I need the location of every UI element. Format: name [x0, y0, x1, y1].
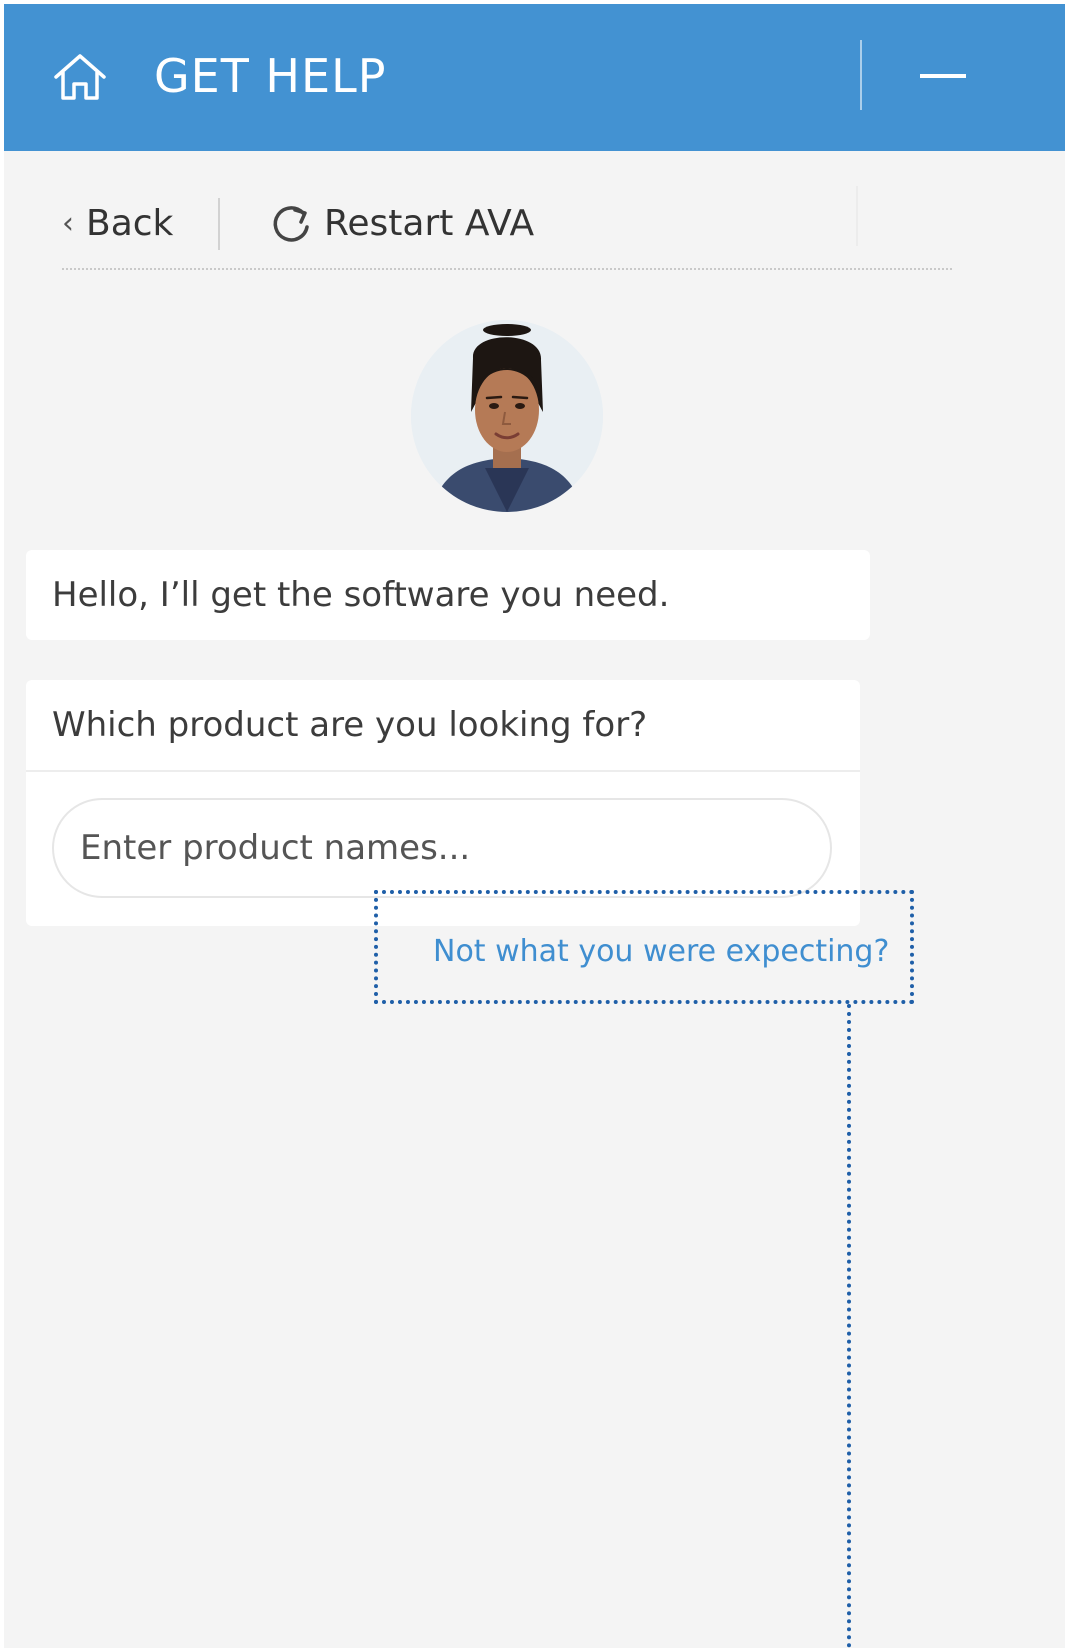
question-divider	[26, 770, 860, 772]
product-search-input[interactable]	[52, 798, 832, 898]
back-label: Back	[86, 203, 174, 244]
assistant-avatar	[411, 320, 603, 512]
chevron-left-icon: ‹	[62, 206, 74, 241]
toolbar-end-divider	[856, 186, 858, 246]
home-icon	[54, 54, 106, 100]
refresh-icon	[273, 206, 309, 242]
toolbar-divider	[218, 198, 220, 250]
toolbar: ‹ Back Restart AVA	[62, 184, 952, 270]
restart-button[interactable]: Restart AVA	[268, 196, 534, 252]
assistant-portrait	[411, 320, 603, 512]
help-panel: GET HELP ‹ Back Restart AVA Hello, I’ll …	[4, 4, 1065, 1648]
highlight-annotation-box: Not what you were expecting?	[374, 890, 914, 1004]
header-divider	[860, 40, 862, 110]
greeting-message: Hello, I’ll get the software you need.	[26, 550, 870, 640]
annotation-callout-line	[847, 1004, 851, 1648]
restart-label: Restart AVA	[324, 203, 535, 244]
not-expecting-link[interactable]: Not what you were expecting?	[433, 930, 889, 974]
question-text: Which product are you looking for?	[52, 705, 648, 745]
back-button[interactable]: ‹ Back	[62, 196, 173, 252]
minimize-icon	[920, 74, 966, 78]
header-title: GET HELP	[154, 49, 387, 103]
minimize-button[interactable]	[908, 50, 978, 104]
greeting-text: Hello, I’ll get the software you need.	[52, 575, 670, 615]
home-button[interactable]	[50, 50, 110, 104]
header-bar: GET HELP	[4, 4, 1065, 151]
